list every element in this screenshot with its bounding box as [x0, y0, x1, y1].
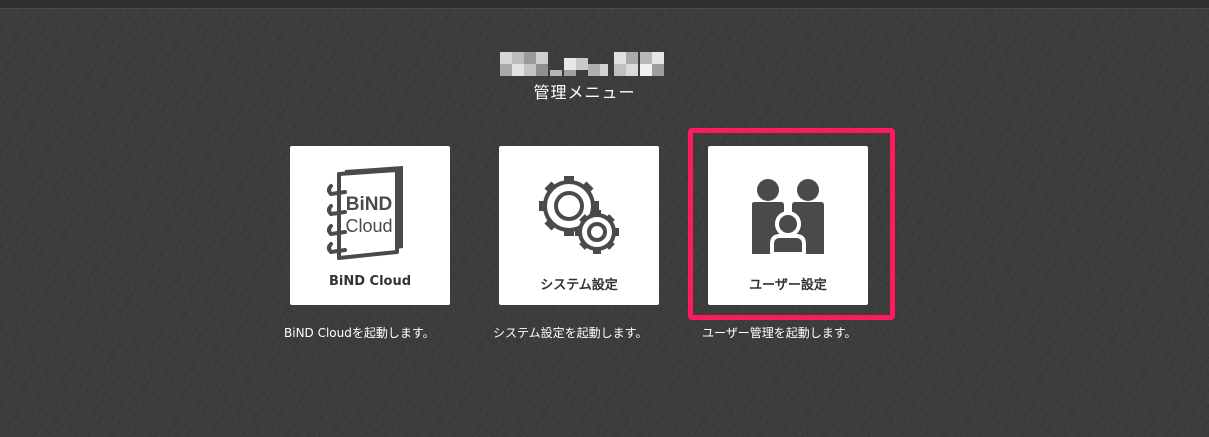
- users-icon: [708, 164, 868, 264]
- gears-icon: [499, 164, 659, 264]
- user-settings-description: ユーザー管理を起動します。: [702, 326, 857, 340]
- bind-cloud-card-label: BiND Cloud: [328, 274, 412, 289]
- bind-cloud-logo-icon: BiND Cloud: [290, 164, 450, 264]
- bind-logo-text: BiND: [346, 194, 392, 215]
- user-settings-card-label: ユーザー設定: [749, 278, 827, 293]
- user-settings-card[interactable]: ユーザー設定: [708, 146, 868, 305]
- page-title: 管理メニュー: [533, 83, 636, 102]
- top-bar: [0, 0, 1209, 9]
- system-settings-description: システム設定を起動します。: [493, 326, 648, 340]
- bind-cloud-description: BiND Cloudを起動します。: [284, 326, 435, 340]
- cloud-logo-text: Cloud: [345, 216, 392, 236]
- blurred-logo: [500, 48, 668, 80]
- system-settings-card-label: システム設定: [540, 278, 618, 293]
- bind-cloud-card[interactable]: BiND Cloud BiND Cloud: [290, 146, 450, 305]
- system-settings-card[interactable]: システム設定: [499, 146, 659, 305]
